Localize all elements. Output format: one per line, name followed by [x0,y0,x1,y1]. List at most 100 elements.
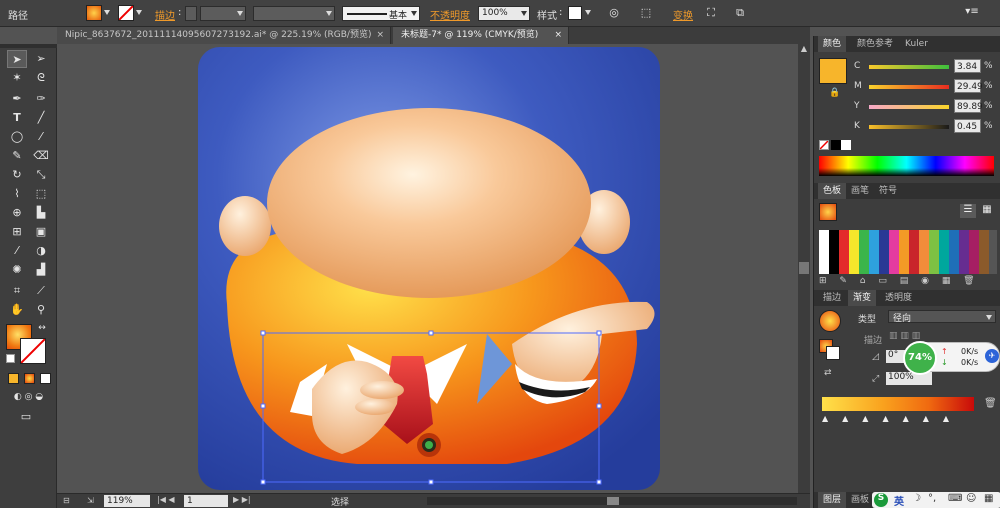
isolate-icon[interactable]: ⛶ [703,6,719,20]
vertical-scrollbar[interactable]: ▲ [798,44,810,493]
hand-icon[interactable]: ✋ [7,301,27,319]
selection-icon[interactable]: ➤ [7,50,27,68]
reverse-gradient-icon[interactable]: ⇄ [824,368,832,378]
opacity-label[interactable]: 不透明度 [430,7,470,22]
screen-mode-icon[interactable]: ▭ [16,408,36,426]
ime-keyboard-icon[interactable]: ⌨ [948,493,962,504]
black-slider[interactable] [869,125,949,129]
tab-brushes[interactable]: 画笔 [846,183,874,199]
close-icon[interactable]: × [376,27,384,44]
line-icon[interactable]: ╱ [31,109,51,127]
cyan-slider[interactable] [869,65,949,69]
gradient-preview[interactable] [819,310,841,332]
black-input[interactable]: 0.45 [954,119,981,133]
tab-swatches[interactable]: 色板 [818,183,847,199]
default-colors-icon[interactable] [6,354,15,363]
artboard-icon[interactable]: ⌗ [7,282,27,300]
rocket-icon[interactable]: ✈ [985,349,999,363]
tab-layers[interactable]: 图层 [818,492,847,508]
grid-view-icon[interactable]: ▦ [979,204,995,218]
style-dropdown[interactable] [583,6,593,21]
perspective-icon[interactable]: ▙ [31,204,51,222]
rotate-icon[interactable]: ↻ [7,166,27,184]
brush-definition-dropdown[interactable]: 基本 [342,6,420,21]
none-mode-icon[interactable] [40,373,51,384]
eraser-icon[interactable]: ⌫ [31,147,51,165]
pencil-icon[interactable]: ✎ [7,147,27,165]
swatch-grid[interactable] [819,230,989,274]
magic-wand-icon[interactable]: ✶ [7,69,27,87]
scale-icon[interactable]: ⤡ [31,166,51,184]
symbol-sprayer-icon[interactable]: ✺ [7,261,27,279]
tab-transparency[interactable]: 透明度 [880,290,917,306]
arrange-icon[interactable]: ⧉ [729,6,751,20]
network-widget[interactable]: 74% ↑ ↓ 0K/s 0K/s ✈ [903,341,1000,375]
next-page-icon[interactable]: ▶ ▶| [233,495,251,504]
draw-mode-icon[interactable]: ◐ ◎ ◒ [6,388,51,406]
stroke-label[interactable]: 描边 [155,7,175,22]
zoom-icon[interactable]: ⚲ [31,301,51,319]
shape-builder-icon[interactable]: ⊕ [7,204,27,222]
artboard-nav-icon[interactable]: ⊟ [63,496,81,507]
graphic-style-swatch[interactable] [568,6,582,20]
ellipse-icon[interactable]: ◯ [7,128,27,146]
transform-link[interactable]: 变换 [673,7,693,22]
stroke-swatch[interactable] [118,5,134,21]
swatch-actions[interactable]: ⊞ ✎ ⌂ ▭ ▤ ◉ ▦ 🗑 [819,276,994,288]
variable-width-dropdown[interactable] [253,6,335,21]
free-transform-icon[interactable]: ⬚ [31,185,51,203]
tab-artboards[interactable]: 画板 [846,492,874,508]
mesh-icon[interactable]: ⊞ [7,223,27,241]
cyan-input[interactable]: 3.84 [954,59,981,73]
artboard[interactable] [57,44,810,493]
blend-icon[interactable]: ◑ [31,242,51,260]
yellow-slider[interactable] [869,105,949,109]
color-mode-icon[interactable] [8,373,19,384]
ime-lang[interactable]: 英 [894,493,904,508]
swap-icon[interactable]: ↔ [36,322,48,334]
ime-toolbar[interactable]: S 英 ☽ °, ⌨ ☺ ▦ [872,492,1000,508]
gradient-mode-icon[interactable] [24,373,35,384]
horizontal-scrollbar[interactable] [427,497,797,505]
recolor-icon[interactable]: ◎ [606,6,622,20]
gradient-stroke-box[interactable] [826,346,840,360]
warp-icon[interactable]: ⌇ [7,185,27,203]
curvature-icon[interactable]: ✑ [31,90,51,108]
scroll-thumb[interactable] [607,497,619,505]
delete-stop-icon[interactable]: 🗑 [984,398,997,409]
tab-color-guide[interactable]: 颜色参考 [852,36,898,52]
slice-icon[interactable]: ⟋ [31,282,51,300]
ime-punct-icon[interactable]: °, [928,493,936,504]
tab-stroke[interactable]: 描边 [818,290,846,306]
tab-symbols[interactable]: 符号 [874,183,902,199]
gradient-stops[interactable]: ▲▲▲▲▲▲▲ [822,414,974,424]
color-spectrum[interactable] [819,156,994,176]
yellow-input[interactable]: 89.89 [954,99,983,113]
tab-document-1[interactable]: Nipic_8637672_20111114095607273192.ai* @… [57,27,391,44]
ime-grid-icon[interactable]: ▦ [984,493,993,504]
tab-document-2[interactable]: 未标题-7* @ 119% (CMYK/预览) × [393,27,569,44]
close-icon[interactable]: × [554,27,562,44]
page-input[interactable]: 1 [184,495,228,507]
ime-moon-icon[interactable]: ☽ [912,493,921,504]
gradient-icon[interactable]: ▣ [31,223,51,241]
zoom-input[interactable]: 119% [104,495,150,507]
scroll-up-icon[interactable]: ▲ [799,44,809,54]
type-icon[interactable]: T [7,109,27,127]
magenta-slider[interactable] [869,85,949,89]
eyedropper-icon[interactable]: ⁄ [7,242,27,260]
white-swatch[interactable] [841,140,851,150]
stroke-color-box[interactable] [20,338,46,364]
stroke-dropdown[interactable] [134,6,144,21]
export-icon[interactable]: ⇲ [87,496,101,507]
fill-dropdown[interactable] [102,6,112,21]
black-swatch[interactable] [831,140,841,150]
magenta-input[interactable]: 29.49 [954,79,983,93]
stroke-weight-input[interactable] [200,6,246,21]
first-page-icon[interactable]: |◀ ◀ [157,495,175,504]
swatch-fill-preview[interactable] [819,203,837,221]
ime-user-icon[interactable]: ☺ [966,493,976,504]
tab-gradient[interactable]: 渐变 [848,290,877,306]
lasso-icon[interactable]: ᘓ [31,69,51,87]
pen-icon[interactable]: ✒ [7,90,27,108]
